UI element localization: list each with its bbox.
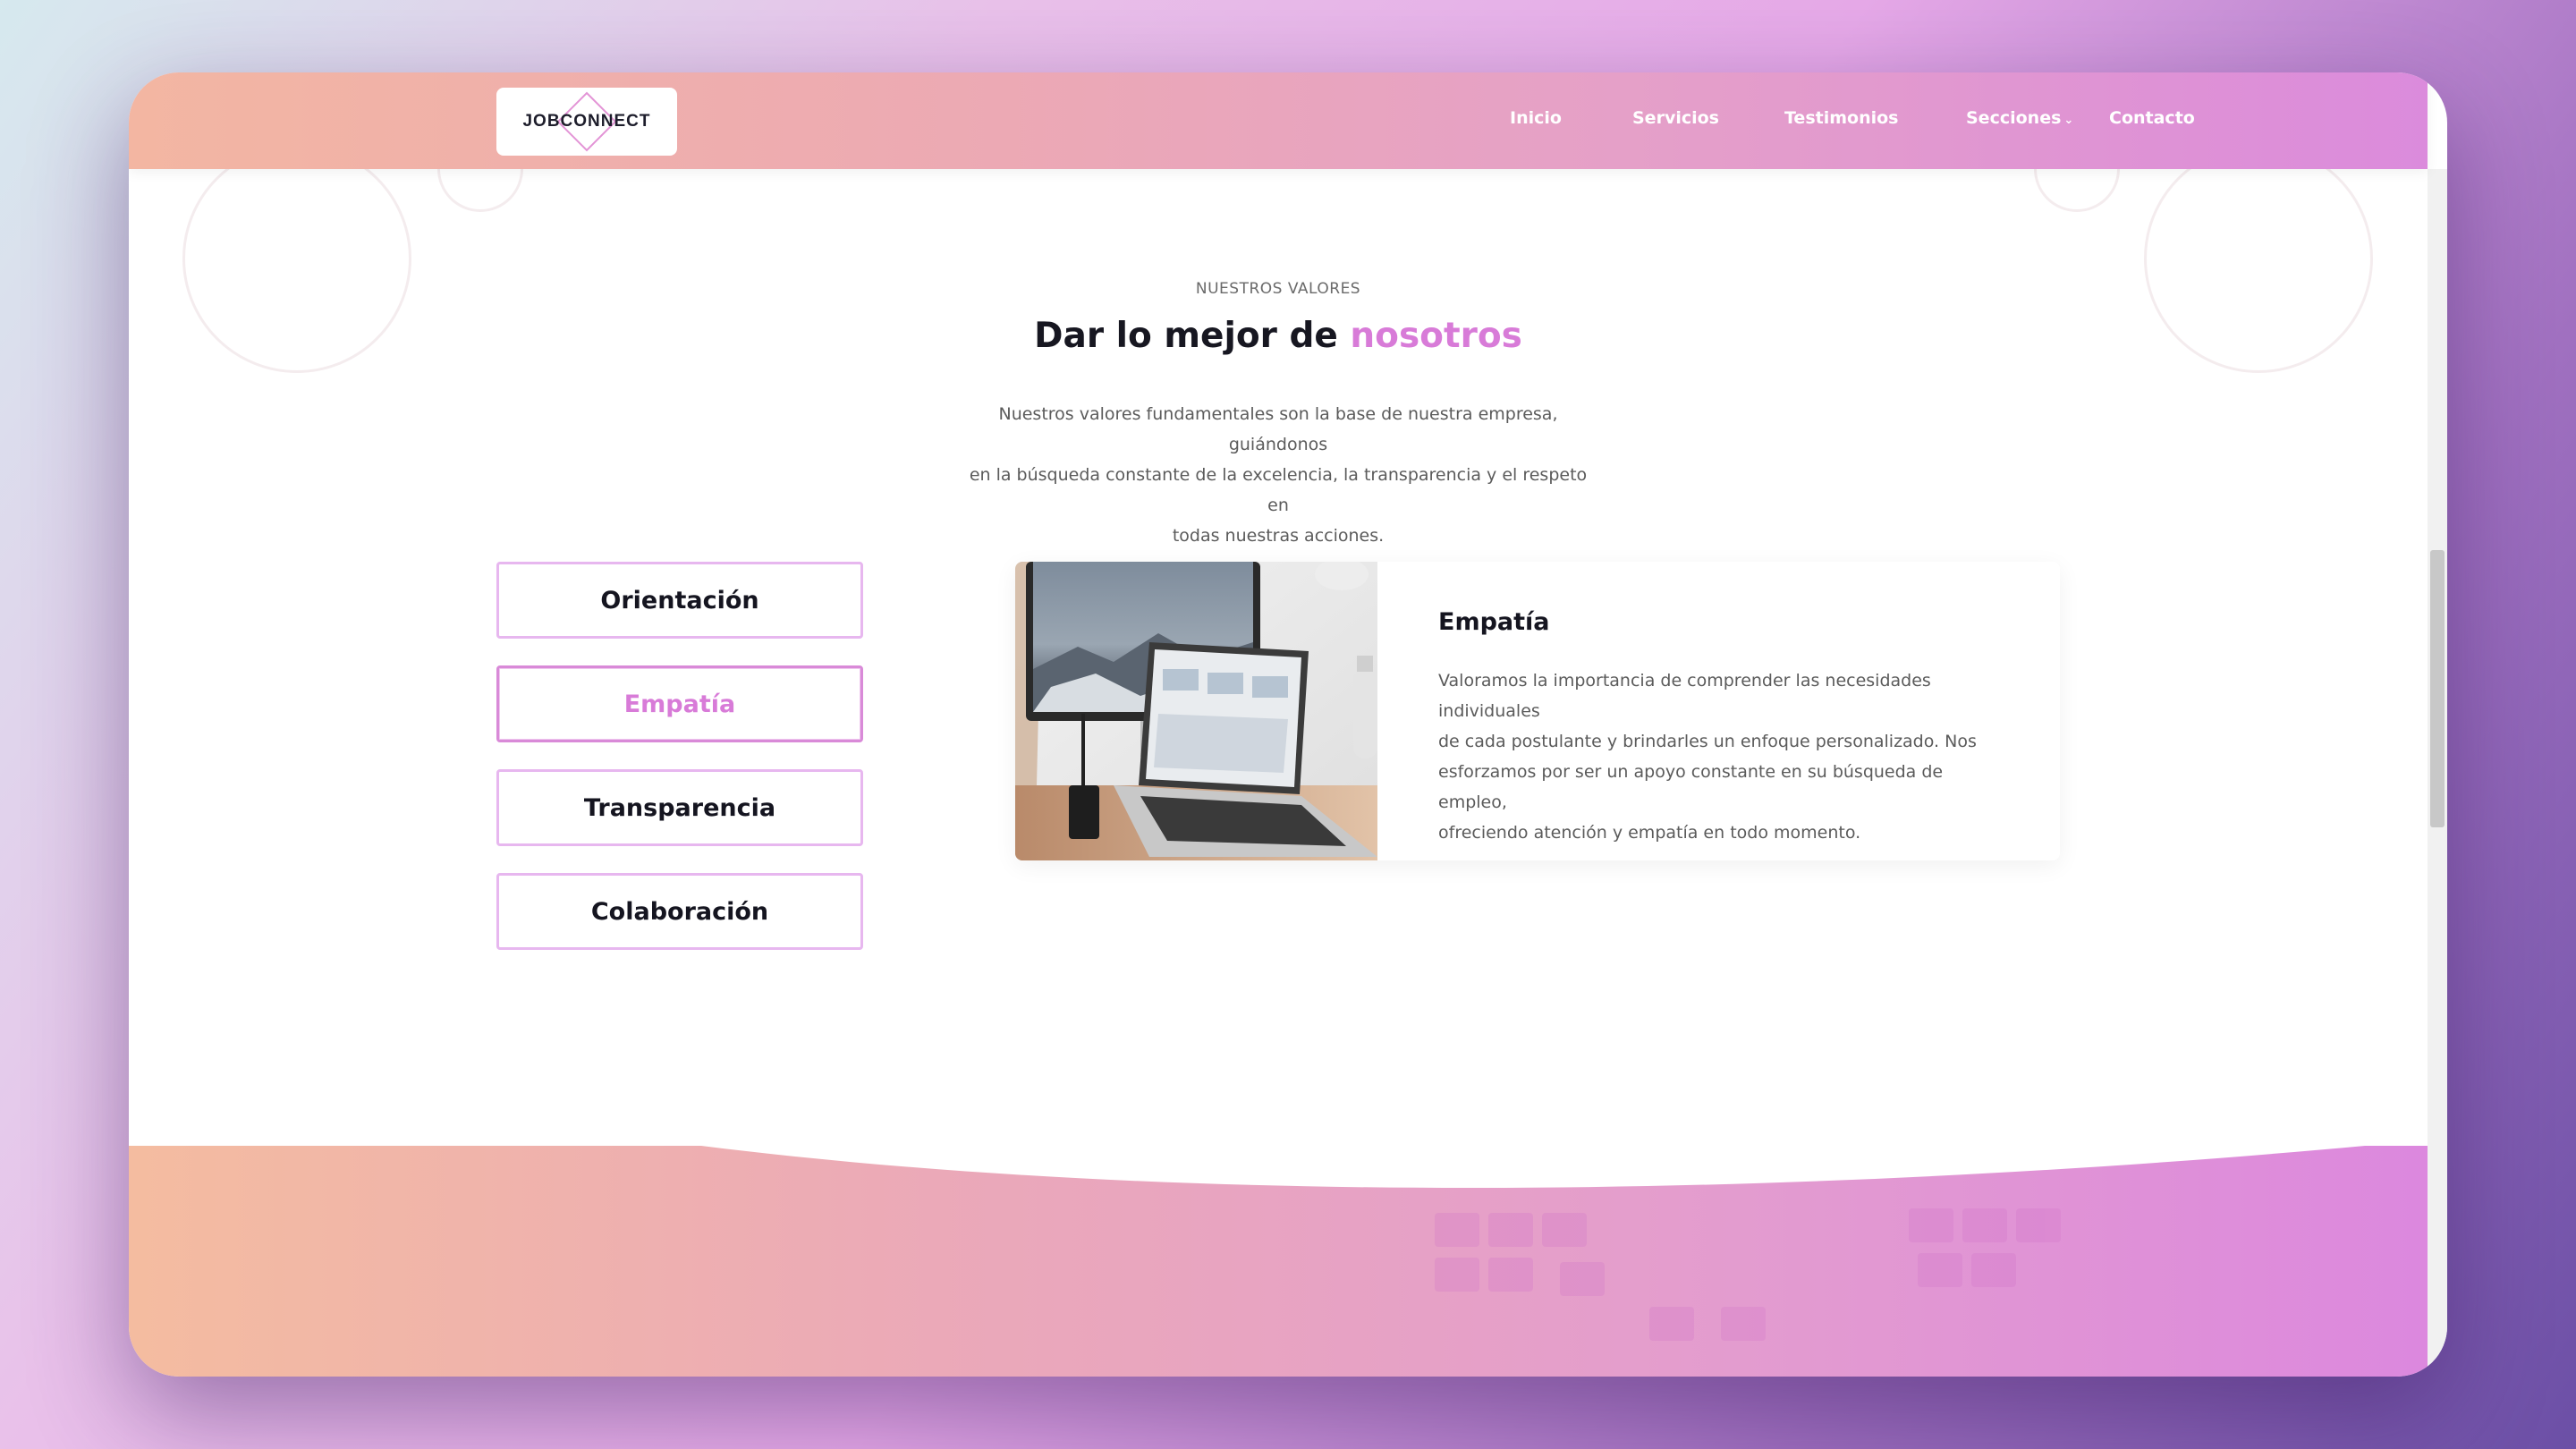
card-text-line: de cada postulante y brindarles un enfoq… [1438,732,1977,751]
tab-orientacion[interactable]: Orientación [496,562,863,639]
card-title: Empatía [1438,608,1550,636]
navbar: JOBCONNECT Inicio Servicios Testimonios … [129,72,2428,169]
tab-colaboracion[interactable]: Colaboración [496,873,863,950]
section-description: Nuestros valores fundamentales son la ba… [965,399,1591,551]
footer-wave-banner [129,1146,2428,1377]
tab-empatia[interactable]: Empatía [496,665,863,742]
browser-window: JOBCONNECT Inicio Servicios Testimonios … [129,72,2447,1377]
nav-servicios[interactable]: Servicios [1632,108,1719,128]
logo-text: JOBCONNECT [522,112,651,131]
nav-inicio[interactable]: Inicio [1510,108,1562,128]
section-title: Dar lo mejor de nosotros [129,316,2428,356]
description-line: en la búsqueda constante de la excelenci… [969,465,1588,515]
card-text-line: ofreciendo atención y empatía en todo mo… [1438,823,1861,843]
value-card: Empatía Valoramos la importancia de comp… [1015,562,2060,860]
logo[interactable]: JOBCONNECT [496,88,677,156]
card-text-line: esforzamos por ser un apoyo constante en… [1438,762,1944,812]
section-eyebrow: NUESTROS VALORES [1195,280,1361,298]
chevron-down-icon: ⌄ [2063,114,2074,127]
card-text-line: Valoramos la importancia de comprender l… [1438,671,1931,721]
tab-transparencia[interactable]: Transparencia [496,769,863,846]
description-line: todas nuestras acciones. [1172,526,1385,546]
scrollbar[interactable] [2428,169,2447,1377]
card-text: Valoramos la importancia de comprender l… [1438,665,2011,848]
nav-secciones[interactable]: Secciones ⌄ [1966,108,2073,128]
section-title-main: Dar lo mejor de [1034,316,1351,356]
nav-testimonios[interactable]: Testimonios [1784,108,1898,128]
description-line: Nuestros valores fundamentales son la ba… [998,404,1558,454]
scrollbar-thumb[interactable] [2430,550,2445,827]
nav-contacto[interactable]: Contacto [2109,108,2195,128]
nav-secciones-label: Secciones [1966,108,2062,128]
workspace-image [1015,562,1377,860]
section-title-accent: nosotros [1350,316,1522,356]
